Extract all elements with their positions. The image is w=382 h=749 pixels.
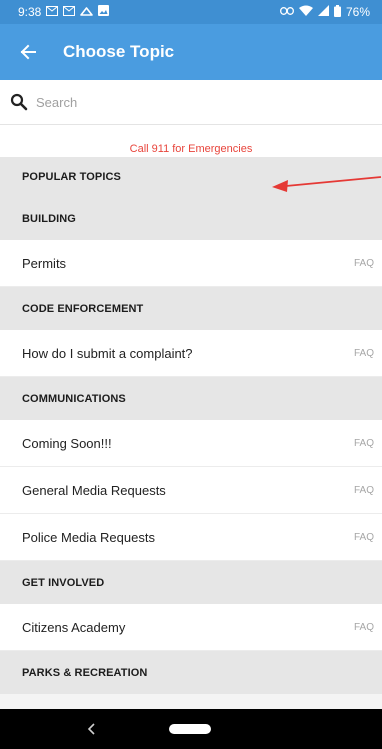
- nav-back-icon[interactable]: [84, 720, 100, 738]
- topic-row-citizens-academy[interactable]: Citizens Academy FAQ: [0, 604, 382, 651]
- section-title: COMMUNICATIONS: [22, 392, 126, 405]
- topic-label: Police Media Requests: [22, 529, 155, 545]
- link-icon: [280, 6, 294, 18]
- topic-row-police-media-requests[interactable]: Police Media Requests FAQ: [0, 514, 382, 561]
- search-bar[interactable]: [0, 80, 382, 125]
- image-icon: [98, 5, 110, 19]
- topic-list: POPULAR TOPICS BUILDING Permits FAQ CODE…: [0, 157, 382, 694]
- topic-label: Coming Soon!!!: [22, 435, 112, 451]
- battery-percent: 76%: [345, 5, 370, 19]
- topic-label: Permits: [22, 255, 67, 271]
- section-title: POPULAR TOPICS: [22, 171, 121, 183]
- system-navigation-bar: [0, 709, 382, 749]
- topic-row-coming-soon[interactable]: Coming Soon!!! FAQ: [0, 420, 382, 467]
- cloud-icon: [80, 6, 94, 19]
- status-right: 76%: [280, 4, 370, 20]
- topic-row-submit-complaint[interactable]: How do I submit a complaint? FAQ: [0, 330, 382, 377]
- topic-label: Citizens Academy: [22, 619, 126, 635]
- emergency-text: Call 911 for Emergencies: [129, 143, 253, 155]
- nav-home-button[interactable]: [169, 724, 211, 734]
- topic-label: General Media Requests: [22, 482, 166, 498]
- search-input[interactable]: [36, 94, 336, 110]
- faq-tag: FAQ: [353, 621, 374, 633]
- search-icon: [10, 93, 28, 111]
- faq-tag: FAQ: [353, 347, 374, 359]
- section-header-get-involved: GET INVOLVED: [0, 561, 382, 604]
- section-title: BUILDING: [22, 212, 76, 225]
- faq-tag: FAQ: [353, 484, 374, 496]
- section-header-communications: COMMUNICATIONS: [0, 377, 382, 420]
- section-header-code-enforcement: CODE ENFORCEMENT: [0, 287, 382, 330]
- mail-icon: [63, 5, 76, 19]
- topic-label: How do I submit a complaint?: [22, 345, 193, 361]
- wifi-icon: [298, 5, 313, 19]
- emergency-notice: Call 911 for Emergencies: [0, 125, 382, 157]
- section-title: CODE ENFORCEMENT: [22, 302, 144, 315]
- status-bar: 9:38 76%: [0, 0, 382, 24]
- battery-icon: [333, 4, 341, 20]
- section-header-popular-topics: POPULAR TOPICS: [0, 157, 382, 197]
- page-title: Choose Topic: [63, 42, 175, 61]
- faq-tag: FAQ: [353, 437, 374, 449]
- topic-row-general-media-requests[interactable]: General Media Requests FAQ: [0, 467, 382, 514]
- app-bar: Choose Topic: [0, 24, 382, 80]
- status-time: 9:38: [18, 5, 42, 19]
- faq-tag: FAQ: [353, 531, 374, 543]
- section-header-building: BUILDING: [0, 197, 382, 240]
- signal-icon: [317, 5, 329, 19]
- mail-icon: [46, 5, 59, 19]
- topic-row-permits[interactable]: Permits FAQ: [0, 240, 382, 287]
- faq-tag: FAQ: [353, 257, 374, 269]
- section-title: GET INVOLVED: [22, 576, 105, 589]
- section-title: PARKS & RECREATION: [22, 666, 148, 679]
- status-left: 9:38: [18, 5, 110, 19]
- back-arrow-icon[interactable]: [0, 24, 56, 80]
- section-header-parks-recreation: PARKS & RECREATION: [0, 651, 382, 694]
